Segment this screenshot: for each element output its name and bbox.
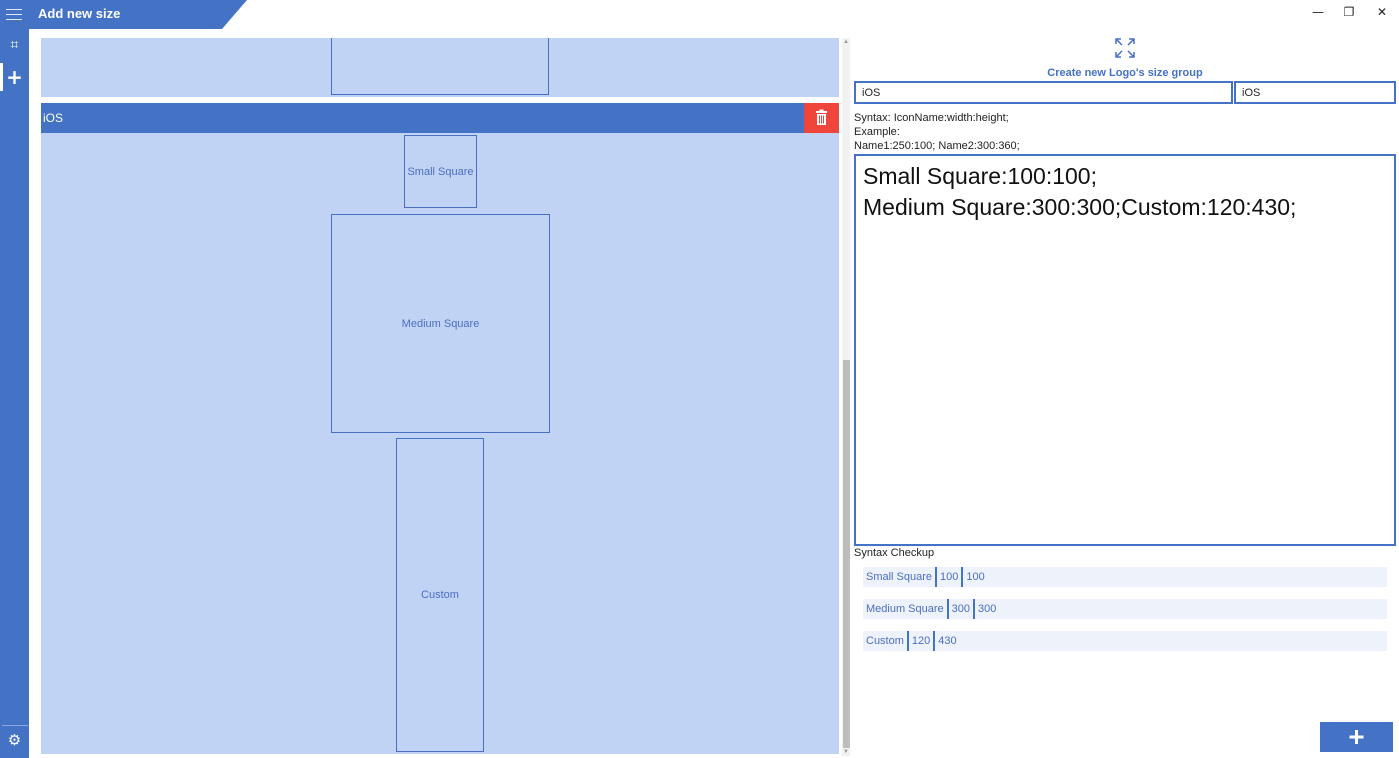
checkup-name: Medium Square [866, 603, 944, 615]
size-box-small-square: Small Square [404, 135, 477, 208]
checkup-row: Small Square 100 100 [863, 567, 1387, 587]
delete-group-button[interactable] [804, 103, 839, 133]
size-box-medium-square: Medium Square [331, 214, 550, 433]
preview-scrollbar[interactable]: ▲ ▼ [842, 38, 850, 756]
group-header: iOS [41, 103, 839, 133]
expand-icon [1115, 38, 1135, 58]
scroll-down-arrow[interactable]: ▼ [842, 748, 850, 756]
restore-button[interactable]: ❐ [1337, 3, 1361, 23]
checkup-row: Custom 120 430 [863, 631, 1387, 651]
checkup-name: Custom [866, 635, 904, 647]
previous-group-size-box [331, 38, 549, 95]
checkup-height: 430 [933, 631, 959, 651]
crop-icon[interactable]: ⌗ [0, 31, 29, 59]
minimize-button[interactable]: — [1306, 3, 1330, 23]
hamburger-menu-icon[interactable] [6, 9, 22, 21]
create-group-label: Create new Logo's size group [1047, 67, 1203, 79]
group-name-label: iOS [43, 111, 64, 125]
sizes-editor[interactable] [854, 154, 1396, 546]
checkup-width: 300 [946, 599, 973, 619]
title-bar: Add new size — ❐ ✕ [0, 0, 1399, 29]
close-button[interactable]: ✕ [1370, 3, 1394, 23]
checkup-height: 100 [961, 567, 987, 587]
syntax-help: Syntax: IconName:width:height; Example: … [854, 111, 1020, 153]
group-id-input[interactable] [1234, 81, 1396, 104]
checkup-width: 100 [935, 567, 961, 587]
syntax-line: Syntax: IconName:width:height; [854, 112, 1009, 124]
checkup-width: 120 [906, 631, 933, 651]
checkup-row: Medium Square 300 300 [863, 599, 1387, 619]
scroll-up-arrow[interactable]: ▲ [842, 38, 850, 46]
syntax-checkup-title: Syntax Checkup [854, 547, 935, 559]
plus-icon [1349, 730, 1364, 744]
add-size-group-button[interactable] [1320, 722, 1393, 752]
gear-icon[interactable]: ⚙ [0, 726, 29, 754]
checkup-name: Small Square [866, 571, 933, 583]
group-name-input[interactable] [854, 81, 1233, 104]
navigation-rail: ⌗ + ⚙ [0, 29, 29, 758]
size-box-custom: Custom [396, 438, 484, 752]
trash-icon [816, 109, 827, 125]
add-icon[interactable]: + [0, 63, 29, 91]
create-group-button[interactable]: Create new Logo's size group [1040, 37, 1210, 79]
size-preview-panel: iOS Small Square Medium Square Custom [41, 38, 839, 754]
window-title: Add new size [38, 6, 121, 21]
scroll-thumb[interactable] [843, 360, 850, 748]
example-label: Example: [854, 126, 900, 138]
checkup-height: 300 [973, 599, 999, 619]
example-value: Name1:250:100; Name2:300:360; [854, 140, 1020, 152]
